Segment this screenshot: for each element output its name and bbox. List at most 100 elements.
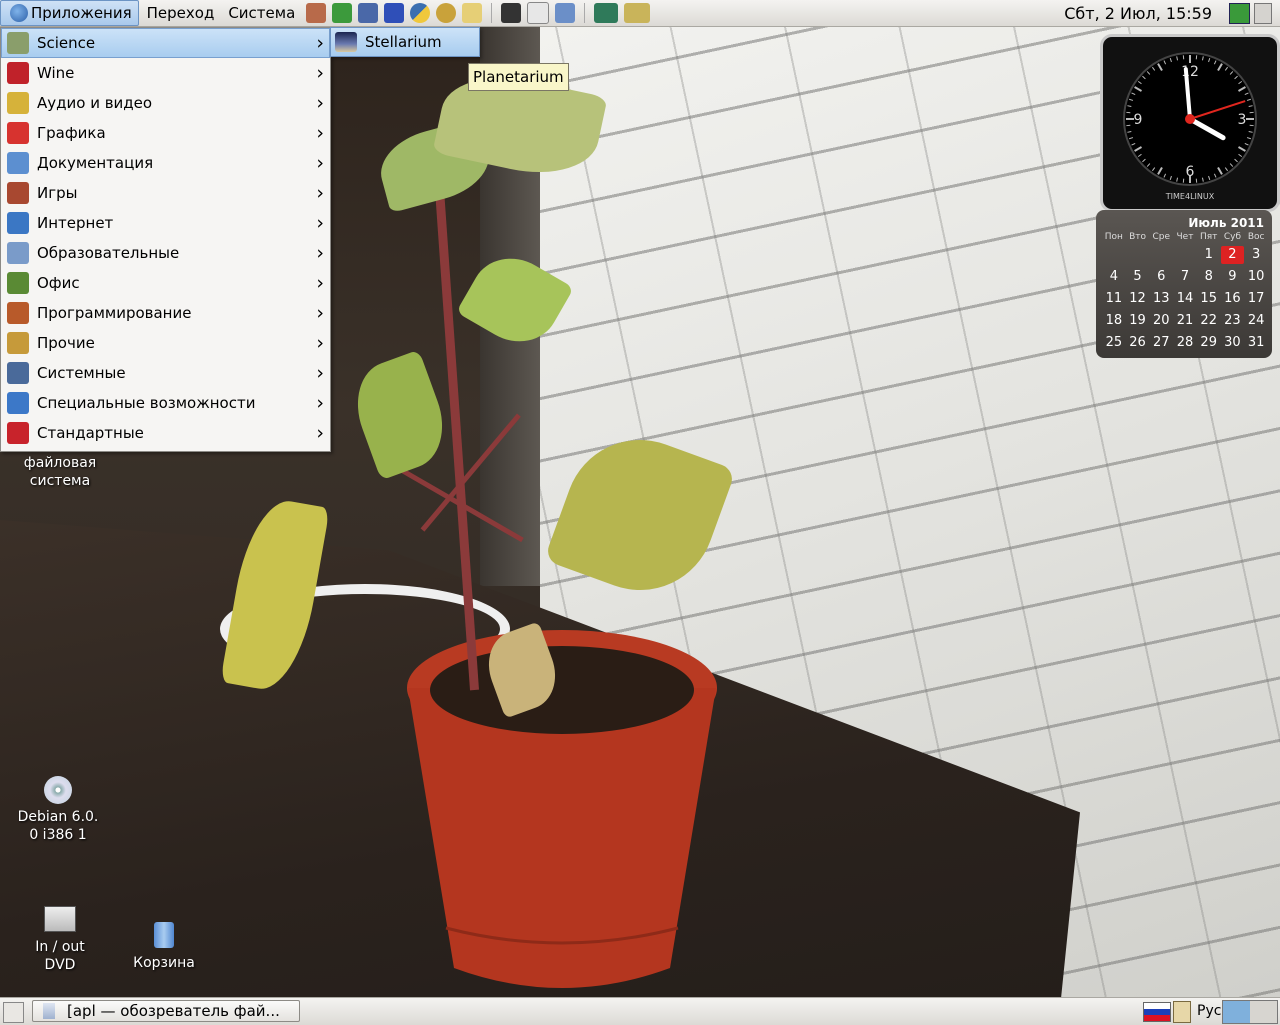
submenu-arrow-icon: ›: [316, 272, 324, 294]
calendar-day[interactable]: 15: [1197, 290, 1221, 308]
calendar-day[interactable]: 11: [1102, 290, 1126, 308]
menu-item-internet[interactable]: Интернет›: [1, 208, 330, 238]
filesystem-label-line2: система: [10, 472, 110, 490]
calendar-day[interactable]: 21: [1173, 312, 1197, 330]
calendar-day[interactable]: 9: [1221, 268, 1245, 286]
plant-pot: [406, 628, 718, 996]
desktop-icon-filesystem[interactable]: файловая система: [10, 454, 110, 490]
menu-item-games[interactable]: Игры›: [1, 178, 330, 208]
menu-item-graphics[interactable]: Графика ›: [1, 118, 330, 148]
calendar-day[interactable]: 12: [1126, 290, 1150, 308]
calendar-weekday: Пят: [1197, 232, 1221, 242]
lock-screen-icon[interactable]: [1254, 3, 1272, 24]
trash-icon: [154, 922, 174, 948]
menu-item-accessibility[interactable]: Специальные возможности›: [1, 388, 330, 418]
calendar-day[interactable]: 17: [1244, 290, 1268, 308]
calendar-day[interactable]: 6: [1149, 268, 1173, 286]
menu-item-label: Графика: [37, 124, 106, 142]
calendar-day[interactable]: 19: [1126, 312, 1150, 330]
calendar-day[interactable]: 27: [1149, 334, 1173, 352]
calendar-day[interactable]: 13: [1149, 290, 1173, 308]
calendar-day[interactable]: 5: [1126, 268, 1150, 286]
submenu-item-stellarium[interactable]: Stellarium: [335, 32, 442, 52]
menu-item-education[interactable]: Образовательные›: [1, 238, 330, 268]
calendar-day[interactable]: 25: [1102, 334, 1126, 352]
calendar-day[interactable]: 10: [1244, 268, 1268, 286]
submenu-arrow-icon: ›: [316, 122, 324, 144]
calculator-launcher-icon[interactable]: [384, 3, 404, 23]
calendar-day[interactable]: 14: [1173, 290, 1197, 308]
calendar-day[interactable]: 24: [1244, 312, 1268, 330]
calendar-day[interactable]: 18: [1102, 312, 1126, 330]
russian-flag-icon[interactable]: [1143, 1002, 1171, 1022]
desktop-icon-debian-cd[interactable]: Debian 6.0. 0 i386 1: [8, 776, 108, 844]
panel-clock[interactable]: Сбт, 2 Июл, 15:59: [1064, 4, 1212, 23]
logout-icon[interactable]: [1229, 3, 1250, 24]
menu-item-label: Science: [37, 34, 95, 52]
calendar-day[interactable]: 1: [1197, 246, 1221, 264]
menu-item-system[interactable]: Системные›: [1, 358, 330, 388]
menu-item-multimedia[interactable]: Аудио и видео›: [1, 88, 330, 118]
applications-menu-button[interactable]: Приложения: [0, 0, 139, 26]
python-launcher-icon[interactable]: [410, 3, 430, 23]
gimp-launcher-icon[interactable]: [436, 3, 456, 23]
menu-item-wine[interactable]: Wine›: [1, 58, 330, 88]
calendar-day[interactable]: 22: [1197, 312, 1221, 330]
calendar-weekday: Чет: [1173, 232, 1197, 242]
accessibility-icon: [7, 392, 29, 414]
clock-center-cap: [1185, 114, 1195, 124]
menu-item-accessories[interactable]: Стандартные›: [1, 418, 330, 448]
network-launcher-icon[interactable]: [306, 3, 326, 23]
system-menu-button[interactable]: Система: [222, 1, 301, 25]
calendar-day[interactable]: 23: [1221, 312, 1245, 330]
desktop-icon-trash[interactable]: Корзина: [114, 922, 214, 972]
monitor-launcher-icon[interactable]: [358, 3, 378, 23]
notes-launcher-icon[interactable]: [462, 3, 482, 23]
calendar-day[interactable]: 7: [1173, 268, 1197, 286]
calendar-widget[interactable]: Июль 2011 ПонВтоСреЧетПятСубВос123456789…: [1096, 210, 1272, 358]
menu-item-label: Документация: [37, 154, 153, 172]
menu-item-label: Офис: [37, 274, 80, 292]
clock-brand-label: TIME4LINUX: [1103, 192, 1277, 201]
menu-item-documentation[interactable]: Документация›: [1, 148, 330, 178]
calendar-day[interactable]: 31: [1244, 334, 1268, 352]
calendar-day[interactable]: 4: [1102, 268, 1126, 286]
screenshot-launcher-icon[interactable]: [555, 3, 575, 23]
dvd-drive-icon: [44, 906, 76, 932]
show-desktop-icon[interactable]: [3, 1002, 24, 1023]
clipboard-icon[interactable]: [1173, 1001, 1191, 1023]
taskbar-window-title: [apl — обозреватель фай...: [67, 1002, 280, 1020]
workspace-switcher[interactable]: [1222, 1000, 1278, 1024]
calendar-day[interactable]: 29: [1197, 334, 1221, 352]
workspace-1[interactable]: [1223, 1001, 1250, 1023]
files-launcher-icon[interactable]: [624, 3, 650, 23]
taskbar-window-button[interactable]: [apl — обозреватель фай...: [32, 1000, 300, 1022]
calendar-day[interactable]: 26: [1126, 334, 1150, 352]
multimedia-icon: [7, 92, 29, 114]
workspace-2[interactable]: [1250, 1001, 1277, 1023]
applications-menu-label: Приложения: [31, 4, 132, 22]
clock-widget[interactable]: 12 3 6 9 TIME4LINUX: [1100, 34, 1280, 212]
keyboard-layout-indicator[interactable]: Рус: [1197, 1003, 1221, 1019]
spreadsheet-launcher-icon[interactable]: [332, 3, 352, 23]
calendar-day[interactable]: 28: [1173, 334, 1197, 352]
desktop-icon-dvd[interactable]: In / out DVD: [10, 906, 110, 974]
calendar-day-today[interactable]: 2: [1221, 246, 1245, 264]
calendar-day[interactable]: 30: [1221, 334, 1245, 352]
places-menu-button[interactable]: Переход: [141, 1, 221, 25]
calendar-day[interactable]: 20: [1149, 312, 1173, 330]
menu-item-label: Образовательные: [37, 244, 179, 262]
places-menu-label: Переход: [147, 4, 215, 22]
terminal-launcher-icon[interactable]: [501, 3, 521, 23]
calendar-day: [1149, 246, 1173, 264]
dictionary-launcher-icon[interactable]: [594, 3, 618, 23]
calendar-day[interactable]: 3: [1244, 246, 1268, 264]
calendar-day[interactable]: 16: [1221, 290, 1245, 308]
debian-logo-icon: [10, 4, 28, 22]
calendar-day[interactable]: 8: [1197, 268, 1221, 286]
menu-item-programming[interactable]: Программирование›: [1, 298, 330, 328]
menu-item-office[interactable]: Офис ›: [1, 268, 330, 298]
menu-item-science[interactable]: Science›: [1, 28, 330, 58]
text-editor-launcher-icon[interactable]: [527, 2, 549, 24]
menu-item-other[interactable]: Прочие›: [1, 328, 330, 358]
